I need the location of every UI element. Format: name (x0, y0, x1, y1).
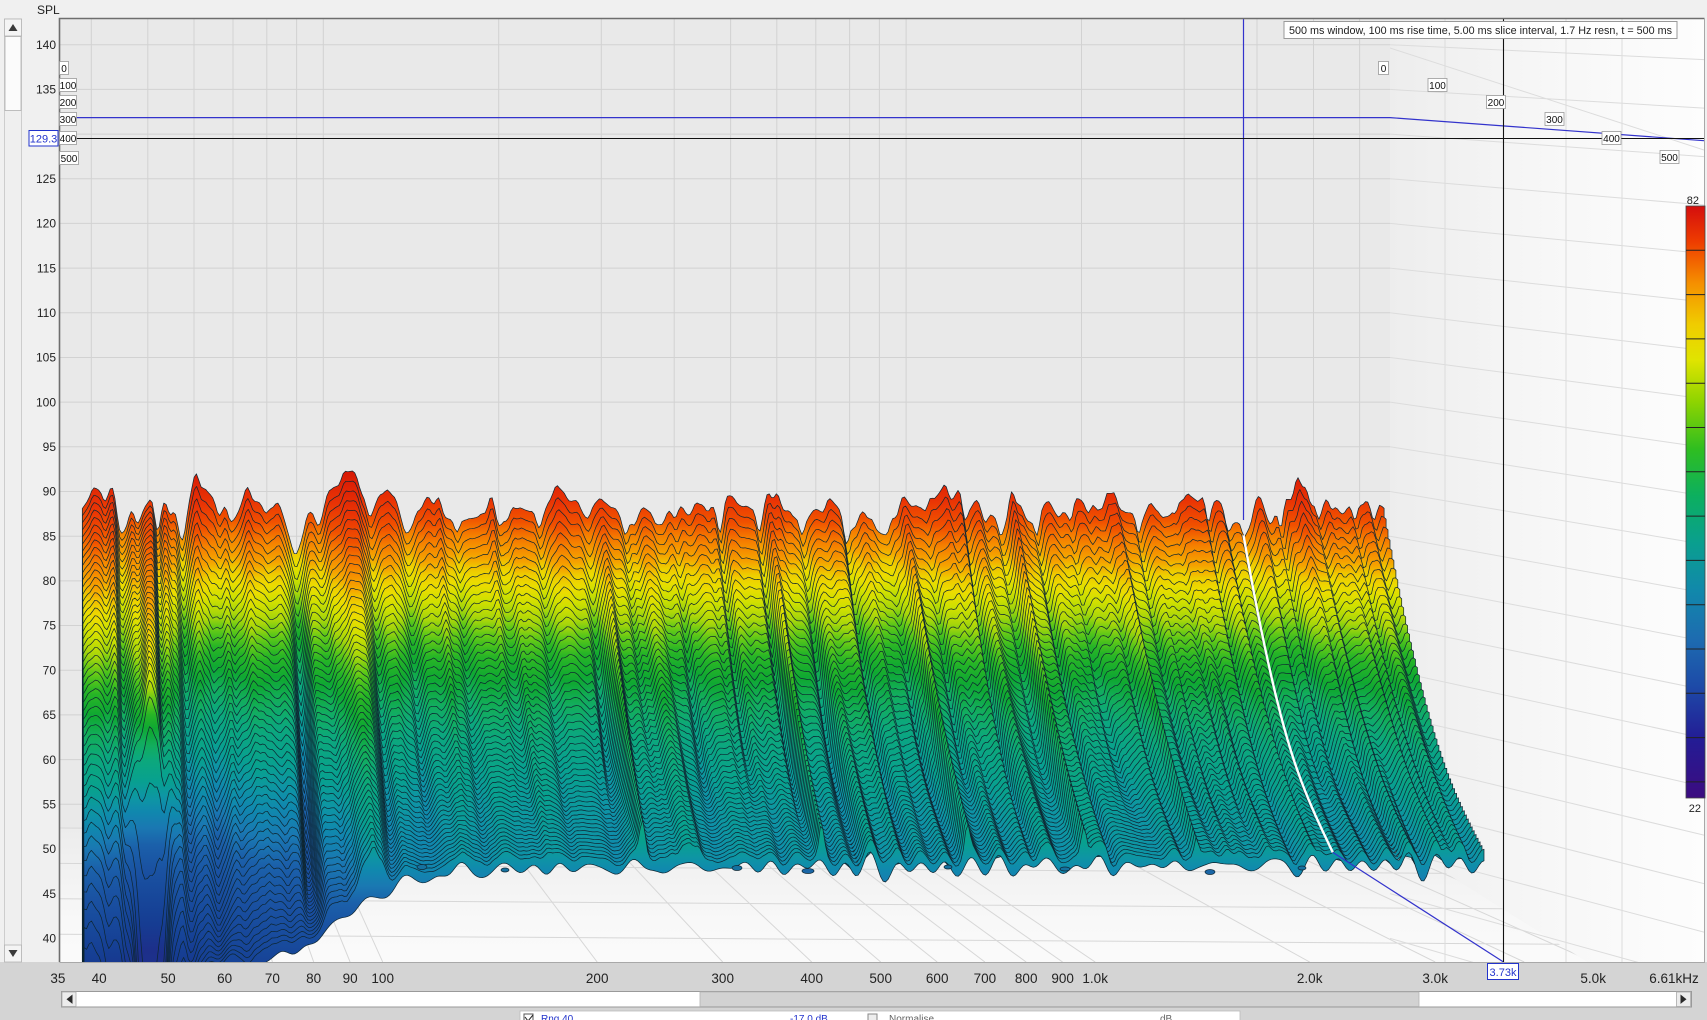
svg-text:SPL: SPL (37, 3, 60, 17)
svg-text:700: 700 (974, 971, 997, 986)
svg-text:5.0k: 5.0k (1580, 971, 1606, 986)
svg-text:95: 95 (43, 440, 57, 454)
svg-text:1.0k: 1.0k (1082, 971, 1108, 986)
svg-text:140: 140 (36, 38, 56, 52)
svg-text:120: 120 (36, 217, 56, 231)
svg-text:3.0k: 3.0k (1422, 971, 1448, 986)
svg-text:129.3: 129.3 (30, 134, 58, 146)
svg-text:100: 100 (1429, 81, 1446, 92)
svg-text:400: 400 (1603, 134, 1620, 145)
svg-text:125: 125 (36, 172, 56, 186)
svg-text:60: 60 (217, 971, 232, 986)
svg-text:500: 500 (61, 154, 78, 165)
svg-text:300: 300 (1546, 115, 1563, 126)
svg-text:0: 0 (1381, 64, 1387, 75)
svg-text:300: 300 (60, 115, 77, 126)
svg-text:135: 135 (36, 83, 56, 97)
svg-text:110: 110 (37, 306, 56, 320)
svg-text:800: 800 (1015, 971, 1038, 986)
svg-text:200: 200 (586, 971, 609, 986)
svg-text:Rng 40: Rng 40 (541, 1014, 574, 1020)
svg-text:2.0k: 2.0k (1297, 971, 1323, 986)
svg-text:50: 50 (161, 971, 176, 986)
svg-text:75: 75 (43, 619, 57, 633)
svg-text:90: 90 (343, 971, 358, 986)
svg-text:dB: dB (1160, 1014, 1173, 1020)
svg-text:65: 65 (43, 708, 57, 722)
svg-text:400: 400 (800, 971, 823, 986)
svg-text:45: 45 (43, 887, 57, 901)
svg-text:600: 600 (926, 971, 949, 986)
svg-text:100: 100 (36, 395, 56, 409)
svg-text:300: 300 (711, 971, 734, 986)
svg-text:35: 35 (50, 971, 65, 986)
svg-text:70: 70 (43, 663, 57, 677)
svg-text:40: 40 (92, 971, 107, 986)
svg-text:200: 200 (1488, 98, 1505, 109)
svg-text:40: 40 (43, 932, 57, 946)
svg-text:0: 0 (61, 64, 67, 75)
svg-text:22: 22 (1689, 803, 1701, 815)
svg-text:500: 500 (1661, 153, 1678, 164)
svg-text:82: 82 (1687, 195, 1699, 207)
svg-text:500 ms window, 100 ms rise tim: 500 ms window, 100 ms rise time, 5.00 ms… (1289, 25, 1672, 37)
svg-text:70: 70 (265, 971, 280, 986)
svg-text:105: 105 (36, 351, 56, 365)
svg-text:3.73k: 3.73k (1490, 967, 1517, 979)
svg-text:115: 115 (37, 261, 56, 275)
svg-text:55: 55 (43, 798, 57, 812)
svg-text:80: 80 (43, 574, 57, 588)
svg-text:50: 50 (43, 842, 57, 856)
svg-text:80: 80 (306, 971, 321, 986)
svg-text:500: 500 (869, 971, 892, 986)
svg-text:100: 100 (60, 81, 77, 92)
svg-text:900: 900 (1051, 971, 1074, 986)
svg-text:90: 90 (43, 485, 57, 499)
svg-text:-17.0 dB: -17.0 dB (790, 1014, 828, 1020)
svg-text:85: 85 (43, 529, 57, 543)
svg-text:60: 60 (43, 753, 57, 767)
svg-text:100: 100 (371, 971, 394, 986)
svg-text:400: 400 (60, 134, 77, 145)
svg-text:Normalise: Normalise (889, 1014, 934, 1020)
svg-text:200: 200 (60, 98, 77, 109)
svg-text:6.61kHz: 6.61kHz (1649, 971, 1699, 986)
